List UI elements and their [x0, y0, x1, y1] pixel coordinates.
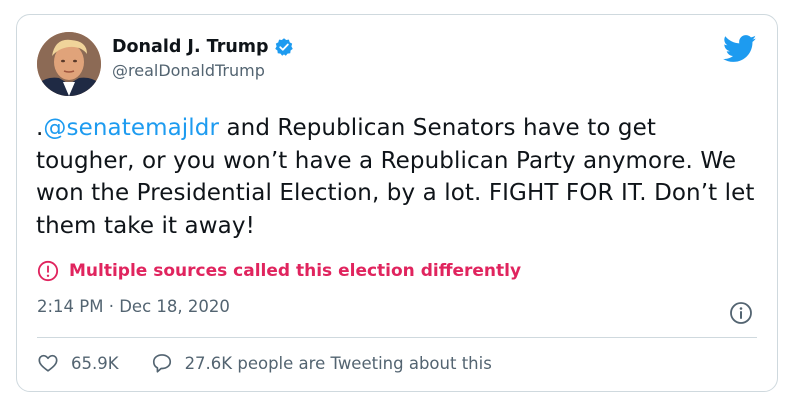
tweet-card: Donald J. Trump @realDonaldTrump .@senat…: [16, 14, 778, 392]
avatar[interactable]: [37, 32, 101, 96]
author-block: Donald J. Trump @realDonaldTrump: [112, 37, 294, 80]
like-action[interactable]: 65.9K: [37, 352, 119, 374]
warning-label[interactable]: Multiple sources called this election di…: [69, 261, 521, 281]
tweeting-about-text: 27.6K people are Tweeting about this: [184, 353, 492, 373]
verified-badge-icon: [274, 37, 294, 57]
name-row: Donald J. Trump: [112, 37, 294, 57]
divider: [37, 337, 757, 338]
mention-link[interactable]: @senatemajldr: [43, 115, 219, 141]
speech-bubble-icon: [152, 354, 171, 373]
like-count: 65.9K: [71, 353, 119, 373]
exclamation-circle-icon: [37, 260, 59, 282]
info-circle-icon[interactable]: [729, 301, 753, 325]
conversation-action[interactable]: 27.6K people are Tweeting about this: [151, 352, 492, 374]
twitter-bird-icon[interactable]: [722, 35, 757, 63]
tweet-text: .@senatemajldr and Republican Senators h…: [36, 112, 756, 242]
election-warning[interactable]: Multiple sources called this election di…: [37, 260, 521, 282]
heart-icon: [38, 354, 58, 372]
avatar-image: [37, 32, 101, 96]
author-name[interactable]: Donald J. Trump: [112, 37, 269, 57]
tweet-actions: 65.9K 27.6K people are Tweeting about th…: [37, 352, 492, 374]
tweet-timestamp[interactable]: 2:14 PM · Dec 18, 2020: [37, 297, 230, 316]
author-handle[interactable]: @realDonaldTrump: [112, 61, 294, 80]
